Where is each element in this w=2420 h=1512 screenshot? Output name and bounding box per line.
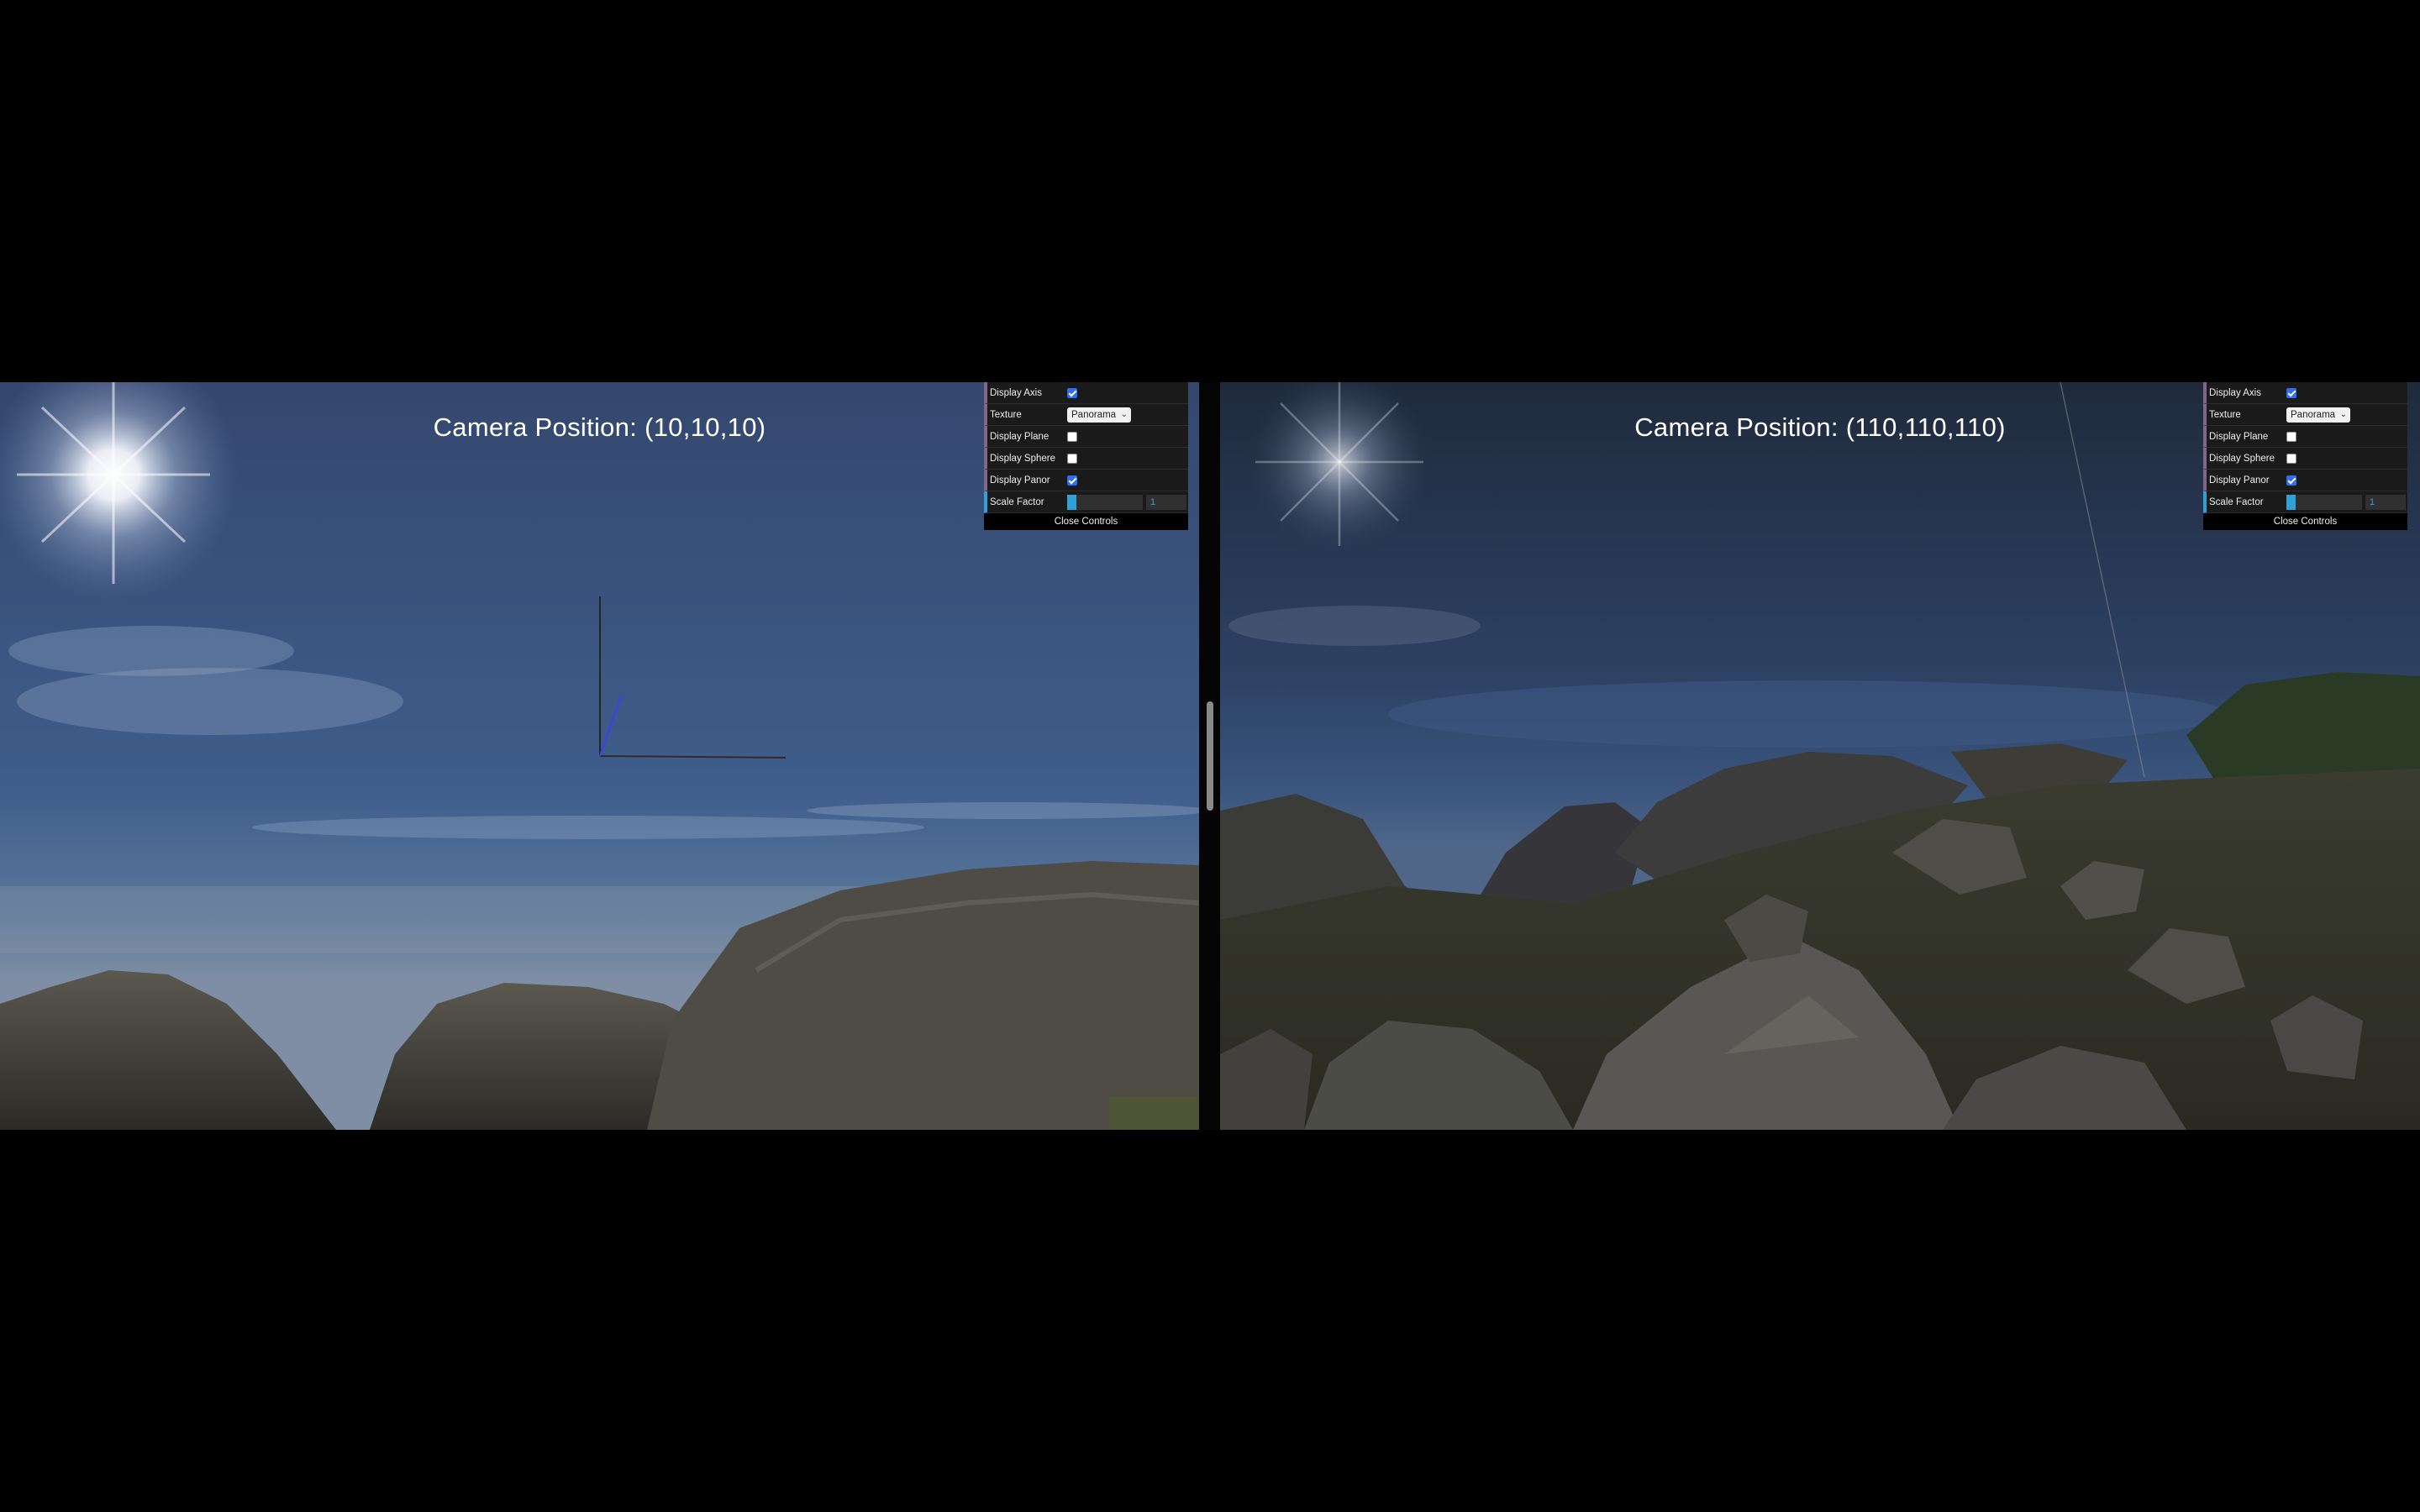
chevron-down-icon: ⌄: [1120, 409, 1128, 419]
left-viewport[interactable]: Camera Position: (10,10,10) Display Axis…: [0, 382, 1199, 1130]
scale-factor-slider[interactable]: [2286, 494, 2362, 510]
right-viewport[interactable]: Camera Position: (110,110,110) Display A…: [1220, 382, 2420, 1130]
display-axis-row[interactable]: Display Axis: [984, 382, 1188, 404]
display-axis-checkbox[interactable]: [2286, 387, 2296, 398]
display-panor-checkbox[interactable]: [1067, 475, 1077, 486]
scale-factor-row[interactable]: Scale Factor 1: [984, 491, 1188, 513]
controls-panel[interactable]: Display Axis Texture Panorama ⌄ Display P…: [984, 382, 1188, 530]
display-plane-checkbox[interactable]: [1067, 431, 1077, 442]
scale-factor-input[interactable]: 1: [2365, 494, 2406, 510]
display-panor-label: Display Panor: [990, 475, 1050, 486]
display-axis-label: Display Axis: [990, 387, 1042, 398]
chevron-down-icon: ⌄: [2339, 409, 2348, 419]
display-plane-row[interactable]: Display Plane: [2203, 426, 2407, 448]
display-sphere-label: Display Sphere: [2209, 453, 2275, 464]
display-sphere-row[interactable]: Display Sphere: [984, 448, 1188, 470]
display-panor-row[interactable]: Display Panor: [2203, 470, 2407, 491]
display-plane-label: Display Plane: [2209, 431, 2269, 442]
scale-factor-row[interactable]: Scale Factor 1: [2203, 491, 2407, 513]
display-panor-label: Display Panor: [2209, 475, 2270, 486]
display-sphere-row[interactable]: Display Sphere: [2203, 448, 2407, 470]
texture-select[interactable]: Panorama ⌄: [2286, 407, 2351, 423]
display-plane-label: Display Plane: [990, 431, 1050, 442]
display-panor-checkbox[interactable]: [2286, 475, 2296, 486]
split-drag-handle[interactable]: [1207, 701, 1213, 811]
texture-select-value: Panorama: [1071, 409, 1117, 420]
close-controls-button[interactable]: Close Controls: [984, 513, 1188, 530]
scale-factor-input[interactable]: 1: [1146, 494, 1186, 510]
display-sphere-label: Display Sphere: [990, 453, 1055, 464]
scale-factor-slider[interactable]: [1067, 494, 1143, 510]
texture-select[interactable]: Panorama ⌄: [1067, 407, 1132, 423]
display-sphere-checkbox[interactable]: [1067, 453, 1077, 464]
scale-factor-label: Scale Factor: [2209, 496, 2264, 507]
scale-factor-slider-fill: [1067, 494, 1076, 510]
scale-factor-label: Scale Factor: [990, 496, 1044, 507]
texture-row[interactable]: Texture Panorama ⌄: [984, 404, 1188, 426]
display-panor-row[interactable]: Display Panor: [984, 470, 1188, 491]
display-plane-checkbox[interactable]: [2286, 431, 2296, 442]
display-axis-row[interactable]: Display Axis: [2203, 382, 2407, 404]
scale-factor-slider-fill: [2286, 494, 2296, 510]
display-plane-row[interactable]: Display Plane: [984, 426, 1188, 448]
close-controls-button[interactable]: Close Controls: [2203, 513, 2407, 530]
display-axis-checkbox[interactable]: [1067, 387, 1077, 398]
texture-select-value: Panorama: [2291, 409, 2336, 420]
texture-row[interactable]: Texture Panorama ⌄: [2203, 404, 2407, 426]
texture-label: Texture: [990, 409, 1022, 420]
display-sphere-checkbox[interactable]: [2286, 453, 2296, 464]
controls-panel[interactable]: Display Axis Texture Panorama ⌄ Display P…: [2203, 382, 2407, 530]
texture-label: Texture: [2209, 409, 2241, 420]
display-axis-label: Display Axis: [2209, 387, 2261, 398]
